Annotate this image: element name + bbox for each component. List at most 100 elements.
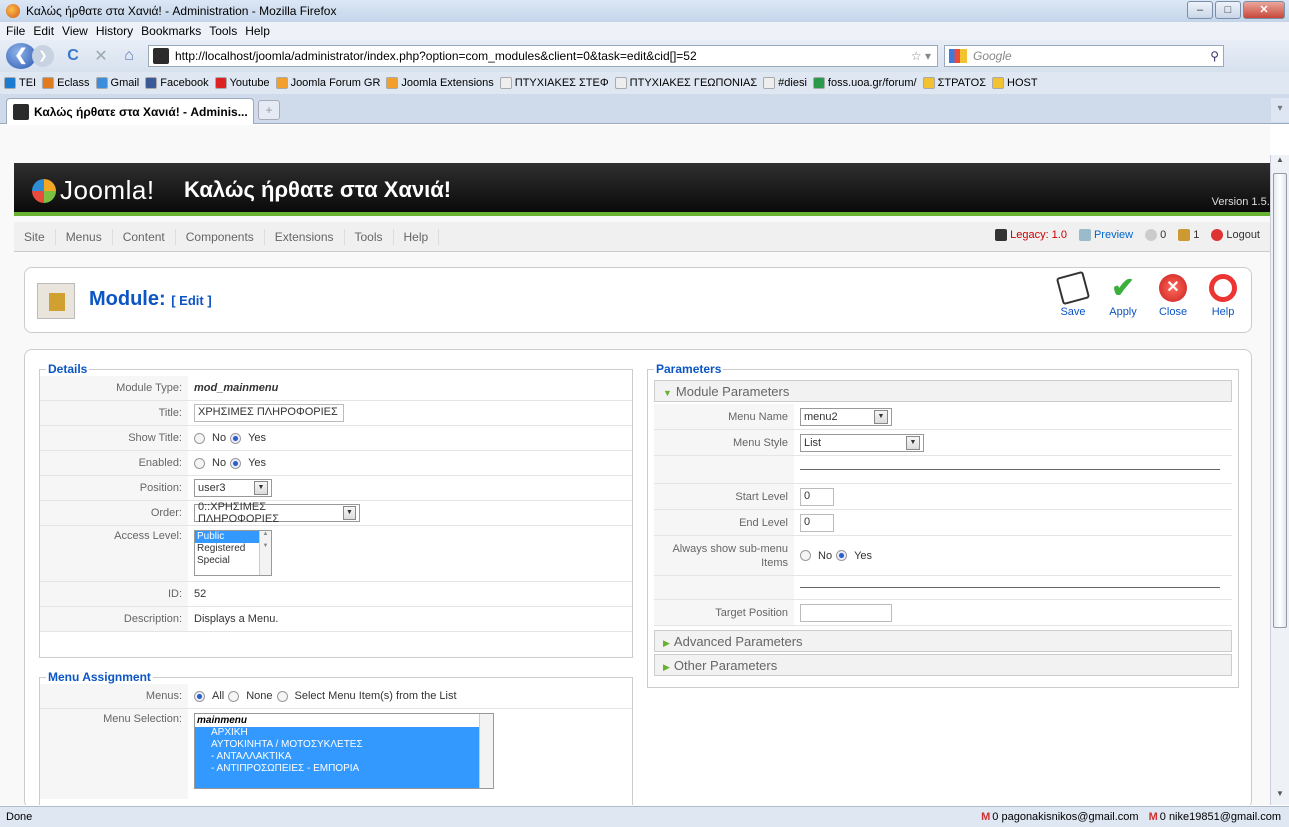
- gmail-icon: M: [1148, 811, 1158, 823]
- bookmark-item[interactable]: foss.uoa.gr/forum/: [812, 77, 917, 89]
- menus-none-radio[interactable]: [228, 690, 240, 702]
- bookmark-item[interactable]: ΠΤΥΧΙΑΚΕΣ ΓΕΩΠΟΝΙΑΣ: [614, 77, 757, 89]
- home-icon[interactable]: ⌂: [120, 47, 138, 65]
- bookmark-item[interactable]: ΠΤΥΧΙΑΚΕΣ ΣΤΕΦ: [499, 77, 609, 89]
- site-favicon: [153, 48, 169, 64]
- tab-active[interactable]: Καλώς ήρθατε στα Χανιά! - Adminis...: [6, 98, 254, 124]
- search-icon[interactable]: ⚲: [1210, 49, 1223, 63]
- title-input[interactable]: ΧΡΗΣΙΜΕΣ ΠΛΗΡΟΦΟΡΙΕΣ: [194, 404, 344, 422]
- position-select[interactable]: user3 ▼: [194, 479, 272, 497]
- bookmark-item[interactable]: Joomla Forum GR: [275, 77, 380, 89]
- bookmark-label: Facebook: [160, 77, 209, 89]
- tab-list-arrow-icon[interactable]: ▾: [1271, 98, 1289, 122]
- bookmark-icon: [992, 77, 1005, 89]
- close-window-button[interactable]: ✕: [1243, 1, 1285, 19]
- access-scrollbar[interactable]: ▲ ▼: [259, 531, 271, 575]
- other-parameters-panel[interactable]: ▶ Other Parameters: [654, 654, 1232, 676]
- admin-menu-help[interactable]: Help: [394, 228, 440, 245]
- start-level-input[interactable]: 0: [800, 487, 834, 506]
- menu-bookmarks[interactable]: Bookmarks: [141, 24, 201, 38]
- stop-icon[interactable]: ✕: [92, 46, 110, 66]
- reload-icon[interactable]: C: [64, 47, 82, 65]
- bookmark-star-icon[interactable]: ☆ ▾: [911, 49, 937, 63]
- menu-tools[interactable]: Tools: [209, 24, 237, 38]
- menu-view[interactable]: View: [62, 24, 88, 38]
- menu-name-row: Menu Name menu2 ▼: [654, 404, 1232, 430]
- logout-link[interactable]: Logout: [1211, 229, 1260, 242]
- messages-count[interactable]: 0: [1145, 229, 1166, 242]
- maximize-button[interactable]: □: [1215, 1, 1241, 19]
- menu-edit[interactable]: Edit: [33, 24, 54, 38]
- menu-item[interactable]: ΑΥΤΟΚΙΝΗΤΑ / ΜΟΤΟΣΥΚΛΕΤΕΣ: [195, 739, 493, 751]
- menu-item[interactable]: - ΑΝΤΙΠΡΟΣΩΠΕΙΕΣ - ΕΜΠΟΡΙΑ: [195, 763, 493, 775]
- target-position-label: Target Position: [654, 600, 794, 625]
- forward-button[interactable]: ❯: [32, 45, 54, 67]
- always-show-no-radio[interactable]: [800, 550, 811, 561]
- page-viewport: Joomla! Καλώς ήρθατε στα Χανιά! Version …: [0, 125, 1270, 805]
- end-level-input[interactable]: 0: [800, 513, 834, 532]
- menu-history[interactable]: History: [96, 24, 133, 38]
- separator-row: [654, 456, 1232, 484]
- bookmark-item[interactable]: ΣΤΡΑΤΟΣ: [922, 77, 986, 89]
- search-box[interactable]: Google ⚲: [944, 45, 1224, 67]
- admin-menu-components[interactable]: Components: [176, 228, 265, 245]
- enabled-yes-radio[interactable]: [230, 457, 242, 469]
- page-scrollbar[interactable]: ▲ ▼: [1270, 155, 1289, 805]
- scrollbar-thumb[interactable]: [1273, 173, 1287, 628]
- menu-selection-list[interactable]: mainmenu ΑΡΧΙΚΗ ΑΥΤΟΚΙΝΗΤΑ / ΜΟΤΟΣΥΚΛΕΤΕ…: [194, 713, 494, 789]
- admin-menu-tools[interactable]: Tools: [345, 228, 394, 245]
- menus-select-radio[interactable]: [276, 690, 288, 702]
- menu-name-select[interactable]: menu2 ▼: [800, 407, 892, 426]
- menu-item[interactable]: ΑΡΧΙΚΗ: [195, 727, 493, 739]
- bookmark-item[interactable]: Gmail: [95, 77, 139, 89]
- users-count[interactable]: 1: [1178, 229, 1199, 242]
- close-button[interactable]: ✕ Close: [1155, 274, 1191, 318]
- module-parameters-panel[interactable]: ▼ Module Parameters: [654, 380, 1232, 402]
- bookmark-item[interactable]: Joomla Extensions: [386, 77, 494, 89]
- admin-status: Legacy: 1.0 Preview 0 1 Logout: [995, 229, 1260, 242]
- show-title-no-radio[interactable]: [194, 432, 205, 444]
- new-tab-button[interactable]: +: [258, 100, 280, 120]
- always-show-yes-radio[interactable]: [836, 550, 848, 561]
- admin-menu-content[interactable]: Content: [113, 228, 176, 245]
- bookmark-item[interactable]: Youtube: [214, 77, 270, 89]
- search-placeholder: Google: [973, 49, 1012, 63]
- bookmark-item[interactable]: #diesi: [763, 77, 807, 89]
- gmail-notifier-1[interactable]: M0 pagonakisnikos@gmail.com: [981, 811, 1138, 823]
- menu-style-select[interactable]: List ▼: [800, 433, 924, 452]
- show-title-yes-radio[interactable]: [230, 432, 242, 444]
- menu-help[interactable]: Help: [245, 24, 270, 38]
- bookmark-item[interactable]: Eclass: [42, 77, 90, 89]
- menu-style-row: Menu Style List ▼: [654, 430, 1232, 456]
- bookmark-item[interactable]: TEI: [4, 77, 36, 89]
- bookmark-icon: [95, 77, 108, 89]
- admin-menu-menus[interactable]: Menus: [56, 228, 113, 245]
- bookmark-label: TEI: [19, 77, 37, 89]
- menu-file[interactable]: File: [6, 24, 25, 38]
- target-position-input[interactable]: [800, 603, 892, 622]
- description-value: Displays a Menu.: [194, 613, 279, 625]
- save-button[interactable]: Save: [1055, 270, 1091, 318]
- enabled-no-radio[interactable]: [194, 457, 205, 469]
- bookmark-item[interactable]: HOST: [992, 77, 1038, 89]
- bookmark-item[interactable]: Facebook: [145, 77, 209, 89]
- gmail-notifier-2[interactable]: M0 nike19851@gmail.com: [1149, 811, 1281, 823]
- scroll-up-arrow-icon[interactable]: ▲: [1271, 155, 1289, 171]
- module-type-label: Module Type:: [40, 376, 188, 400]
- scroll-down-arrow-icon[interactable]: ▼: [1271, 789, 1289, 805]
- menus-all-radio[interactable]: [194, 690, 205, 702]
- admin-menu-site[interactable]: Site: [14, 228, 56, 245]
- menu-item[interactable]: - ΑΝΤΑΛΛΑΚΤΙΚΑ: [195, 751, 493, 763]
- admin-menu-extensions[interactable]: Extensions: [265, 228, 345, 245]
- access-listbox[interactable]: Public Registered Special ▲ ▼: [194, 530, 272, 576]
- advanced-parameters-panel[interactable]: ▶ Advanced Parameters: [654, 630, 1232, 652]
- minimize-button[interactable]: –: [1187, 1, 1213, 19]
- url-bar[interactable]: http://localhost/joomla/administrator/in…: [148, 45, 938, 67]
- order-select[interactable]: 0::ΧΡΗΣΙΜΕΣ ΠΛΗΡΟΦΟΡΙΕΣ ▼: [194, 501, 360, 525]
- preview-link[interactable]: Preview: [1078, 229, 1133, 242]
- parameters-fieldset: Parameters ▼ Module Parameters Menu Name …: [647, 362, 1239, 688]
- menu-list-scrollbar[interactable]: [479, 714, 493, 788]
- help-button[interactable]: Help: [1205, 274, 1241, 318]
- id-row: ID: 52: [40, 582, 632, 607]
- apply-button[interactable]: ✔ Apply: [1105, 274, 1141, 319]
